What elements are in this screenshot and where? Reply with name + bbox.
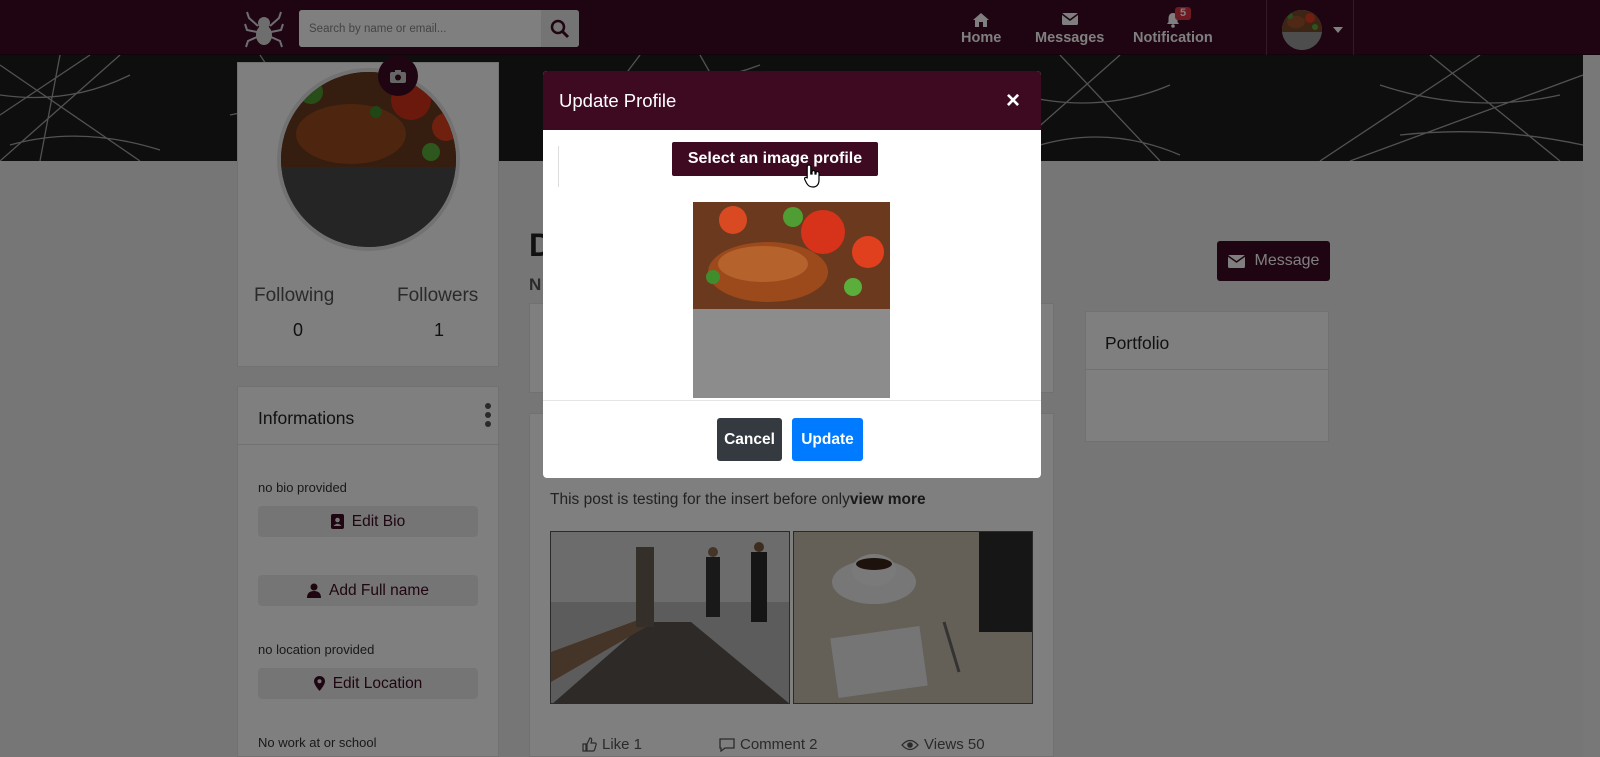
select-image-button[interactable]: Select an image profile — [672, 142, 878, 176]
update-profile-modal: Update Profile × Select an image profile… — [543, 71, 1041, 478]
update-button[interactable]: Update — [792, 418, 863, 461]
modal-header: Update Profile × — [543, 71, 1041, 130]
image-preview — [693, 202, 890, 398]
cancel-button[interactable]: Cancel — [717, 418, 782, 461]
modal-title: Update Profile — [559, 90, 677, 111]
divider — [543, 400, 1041, 401]
close-icon[interactable]: × — [1006, 87, 1020, 115]
hand-cursor-icon — [804, 164, 822, 193]
file-input-edge — [558, 146, 559, 187]
